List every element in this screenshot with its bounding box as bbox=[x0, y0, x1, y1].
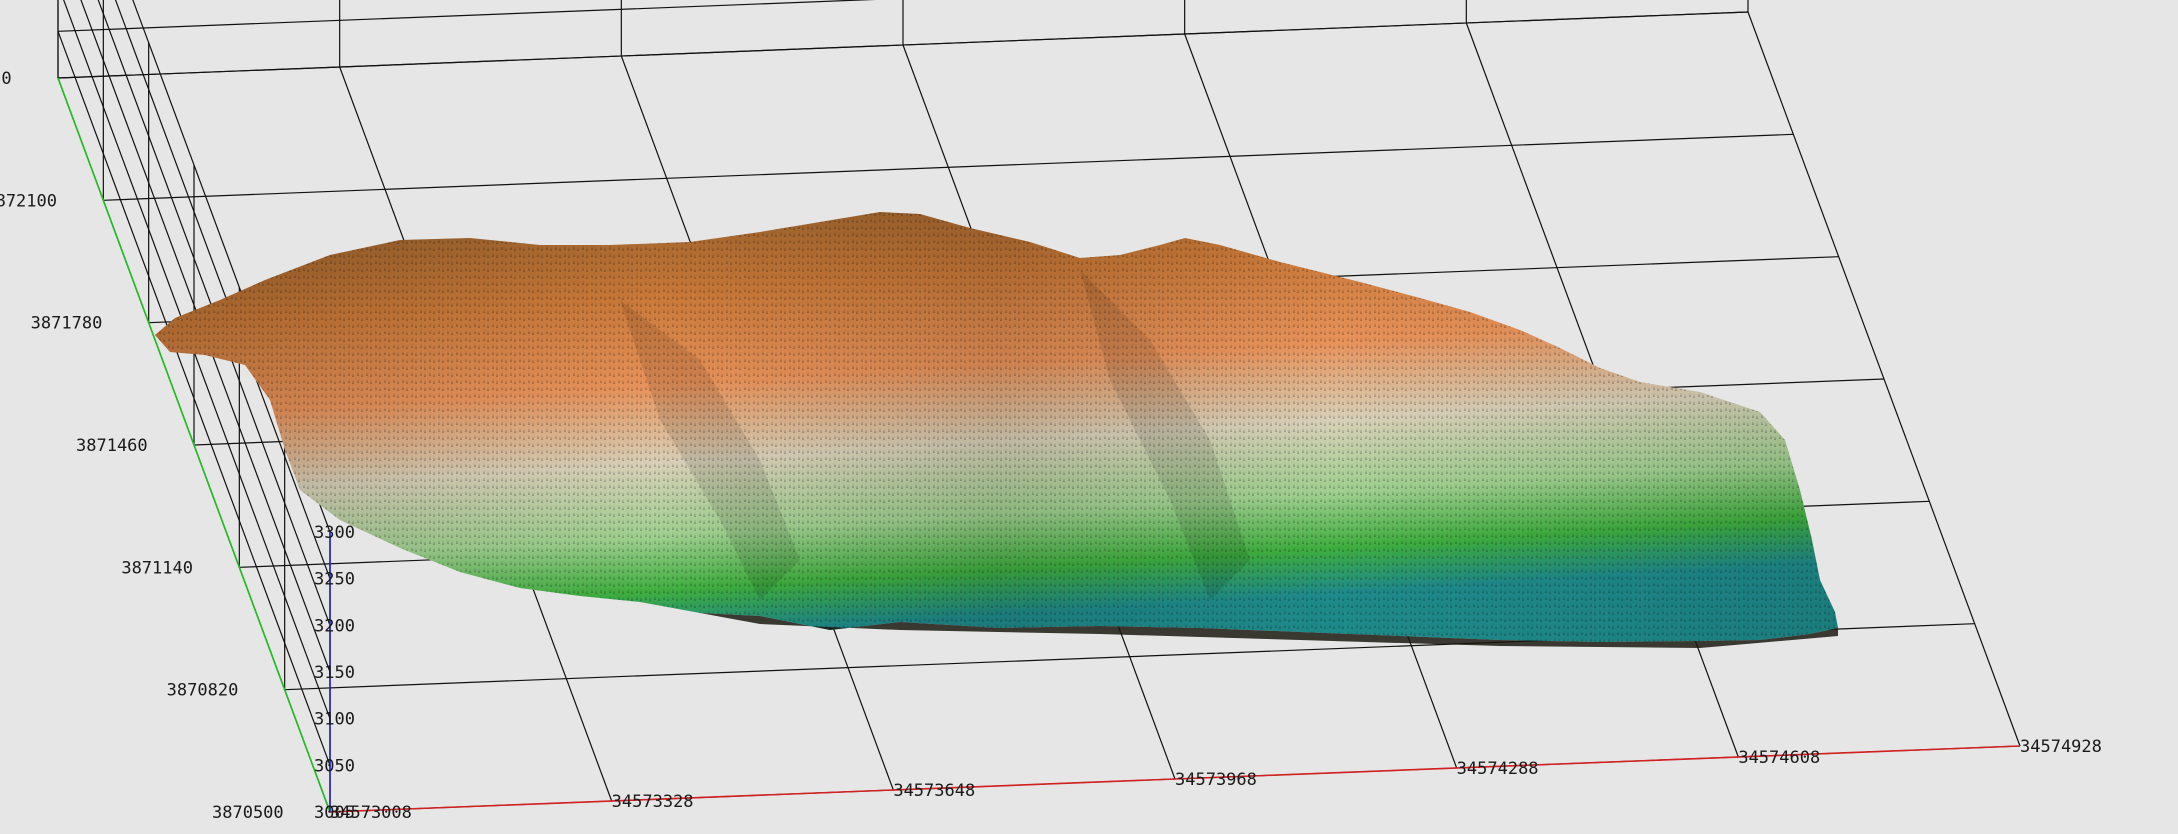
terrain-3d-view[interactable]: 3457300834573328345736483457396834574288… bbox=[0, 0, 2178, 834]
terrain-texture bbox=[155, 212, 1838, 642]
z-tick-label: 3250 bbox=[314, 570, 355, 590]
y-tick-label: 3870820 bbox=[167, 681, 239, 701]
y-tick-label: 3872100 bbox=[0, 191, 57, 211]
z-tick-label: 3150 bbox=[314, 663, 355, 683]
y-tick-label: 3871140 bbox=[121, 558, 193, 578]
x-tick-label: 34574928 bbox=[2020, 737, 2102, 757]
z-tick-label: 3200 bbox=[314, 616, 355, 636]
floor-grid-y-line bbox=[103, 133, 1794, 201]
x-tick-label: 34573968 bbox=[1175, 770, 1257, 790]
y-tick-label: 3870500 bbox=[212, 803, 284, 823]
y-tick-label: 3871460 bbox=[76, 436, 148, 456]
x-tick-label: 34573328 bbox=[612, 792, 694, 812]
terrain-surface bbox=[155, 212, 1838, 648]
x-tick-label: 34574288 bbox=[1457, 759, 1539, 779]
x-tick-label: 34574608 bbox=[1738, 748, 1820, 768]
z-tick-label: 3100 bbox=[314, 710, 355, 730]
x-tick-label: 34573648 bbox=[893, 781, 975, 801]
y-tick-label: 3872420 bbox=[0, 69, 12, 89]
z-tick-label: 3300 bbox=[314, 523, 355, 543]
z-tick-label: 3005 bbox=[314, 803, 355, 823]
z-tick-label: 3050 bbox=[314, 756, 355, 776]
y-tick-label: 3871780 bbox=[31, 314, 103, 334]
